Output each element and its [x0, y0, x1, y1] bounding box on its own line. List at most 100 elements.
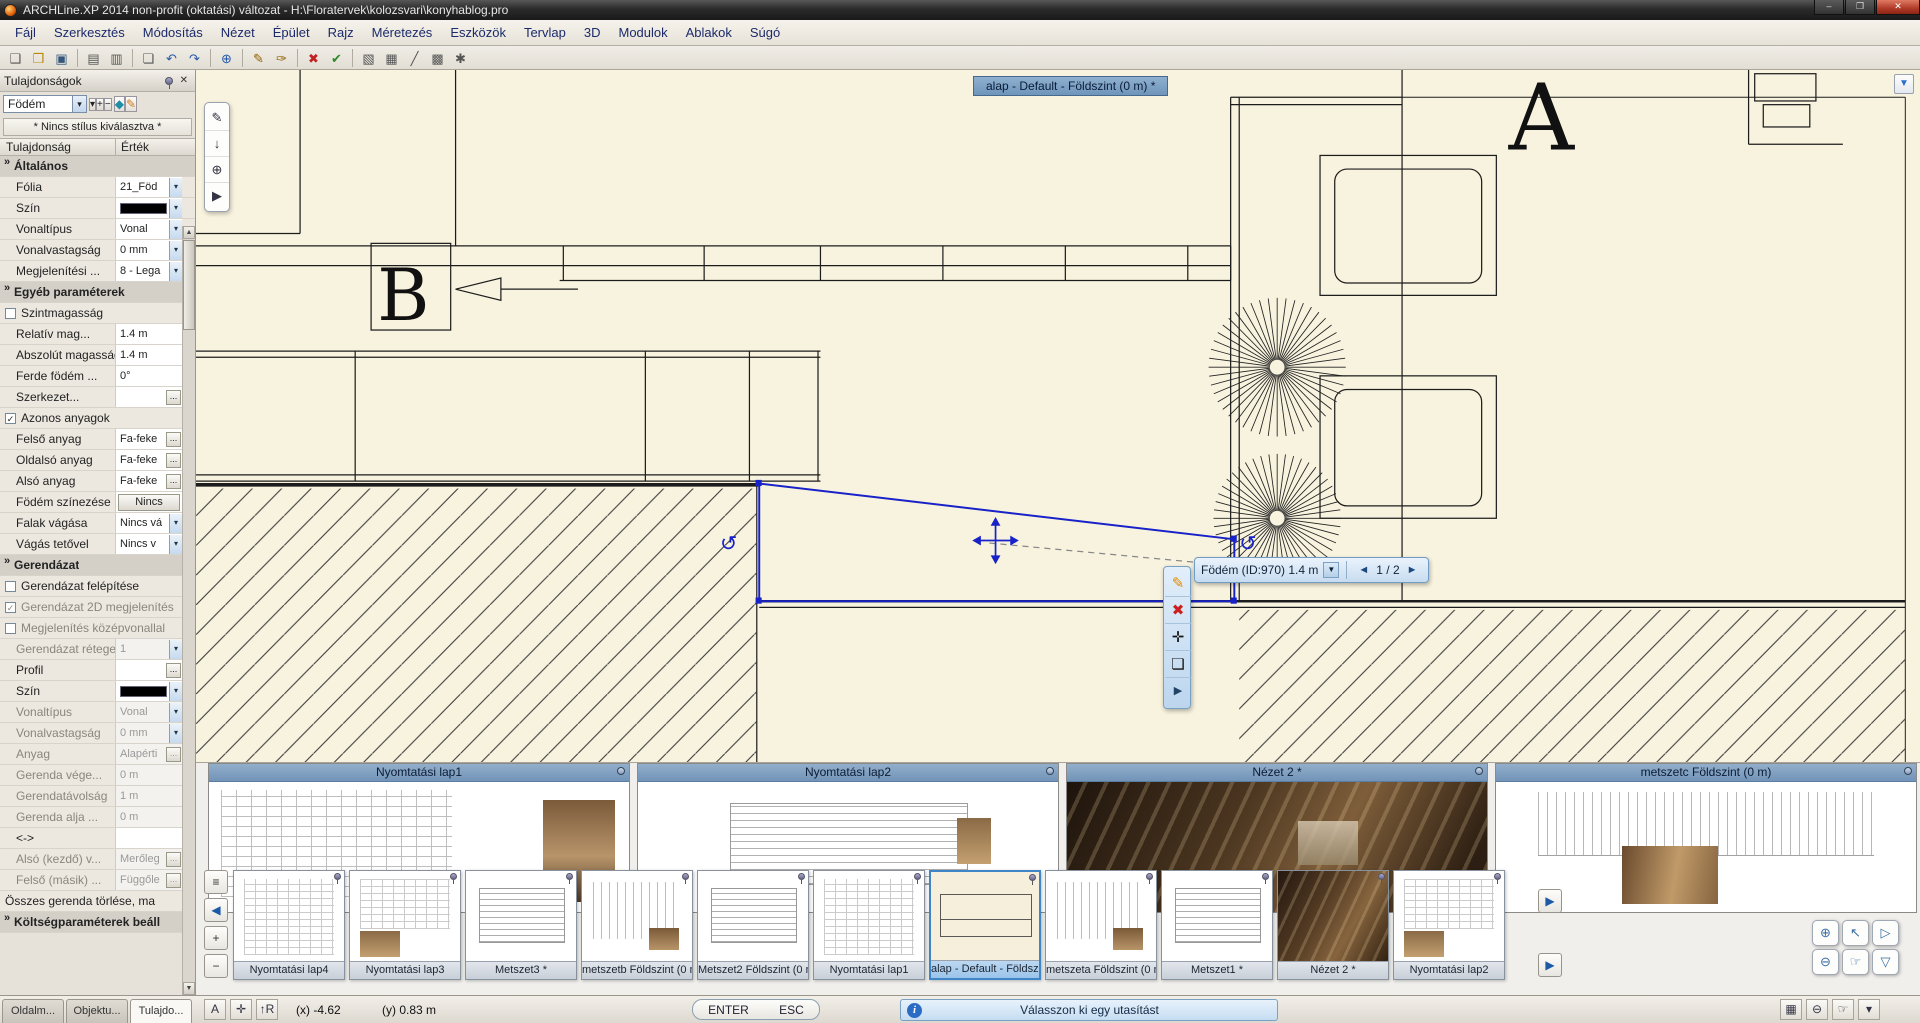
pin-icon[interactable] — [334, 873, 341, 880]
eyedropper-icon[interactable]: ✑ — [271, 48, 292, 68]
chevron-down-icon[interactable]: ▾ — [72, 96, 86, 112]
pin-icon[interactable] — [1262, 873, 1269, 880]
ellipsis-button[interactable]: ... — [166, 390, 181, 405]
view-tab-nyomtatasi-lap4[interactable]: Nyomtatási lap4 — [233, 870, 345, 980]
coordinate-system-icon[interactable]: ✛ — [230, 999, 252, 1020]
menu-item-modulok[interactable]: Modulok — [610, 22, 677, 43]
print-icon[interactable]: ▥ — [106, 48, 127, 68]
menu-item-rajz[interactable]: Rajz — [319, 22, 363, 43]
zoom-out-small-icon[interactable]: ⊖ — [1806, 999, 1828, 1020]
panel-tab-oldalm[interactable]: Oldalm... — [2, 999, 64, 1023]
zoom-tool-icon[interactable]: ⊕ — [205, 157, 229, 183]
pin-icon[interactable] — [682, 873, 689, 880]
menu-item-fajl[interactable]: Fájl — [6, 22, 45, 43]
pin-icon[interactable] — [566, 873, 573, 880]
navigator-scroll-right-bottom-button[interactable]: ▶ — [1538, 953, 1562, 977]
pan-hand-small-icon[interactable]: ☞ — [1832, 999, 1854, 1020]
collapse-panel-icon[interactable]: ▾ — [1858, 999, 1880, 1020]
property-row-ferde-fodem[interactable]: Ferde födém ...0° — [0, 366, 195, 387]
copy-selection-icon[interactable]: ❏ — [1165, 651, 1191, 678]
chevron-down-icon[interactable]: ▾ — [169, 178, 182, 197]
apply-style-icon[interactable]: ✎ — [125, 96, 137, 112]
property-row-vonalvastagsag[interactable]: Vonalvastagság0 mm▾ — [0, 723, 195, 744]
active-view-tab[interactable]: alap - Default - Földszint (0 m) * — [973, 76, 1168, 96]
view-tab-nezet-2[interactable]: Nézet 2 * — [1277, 870, 1389, 980]
property-row-falak-vagasa[interactable]: Falak vágásaNincs vá▾ — [0, 513, 195, 534]
minimize-button[interactable]: – — [1814, 0, 1844, 15]
property-row-megjelenites-kozepvonallal[interactable]: Megjelenítés középvonallal — [0, 618, 195, 639]
chevron-down-icon[interactable]: ▾ — [169, 682, 182, 701]
navigator-scroll-right-top-button[interactable]: ▶ — [1538, 889, 1562, 913]
property-row-profil[interactable]: Profil... — [0, 660, 195, 681]
checkbox-gerendazat-2d-megjelenites[interactable]: ✓ — [5, 602, 16, 613]
pin-icon[interactable] — [1046, 767, 1054, 775]
navigator-zoom-out-button[interactable]: − — [204, 954, 228, 978]
property-row-fodem-szinezese[interactable]: Födém színezéseNincs — [0, 492, 195, 513]
layers-icon[interactable]: ▧ — [358, 48, 379, 68]
rotate-handle-icon[interactable]: ↺ — [1239, 532, 1256, 555]
color-swatch[interactable] — [120, 203, 167, 214]
add-style-button[interactable]: + — [96, 98, 104, 111]
property-row-vagas-tetovel[interactable]: Vágás tetővelNincs v▾ — [0, 534, 195, 555]
undo-icon[interactable]: ↶ — [161, 48, 182, 68]
view-tab-nyomtatasi-lap2[interactable]: Nyomtatási lap2 — [1393, 870, 1505, 980]
view-tab-nyomtatasi-lap3[interactable]: Nyomtatási lap3 — [349, 870, 461, 980]
rotate-handle-icon[interactable]: ↺ — [720, 532, 737, 555]
pen-icon[interactable]: ✎ — [248, 48, 269, 68]
property-row-folia[interactable]: Fólia21_Föd▾ — [0, 177, 195, 198]
esc-button[interactable]: ESC — [779, 1003, 804, 1017]
ellipsis-button[interactable]: ... — [166, 852, 181, 867]
open-icon[interactable]: ❒ — [28, 48, 49, 68]
pin-icon[interactable] — [1378, 873, 1385, 880]
pin-icon[interactable] — [450, 873, 457, 880]
property-row-vonaltipus[interactable]: VonaltípusVonal▾ — [0, 702, 195, 723]
property-row-gerendatavolsag[interactable]: Gerendatávolság1 m — [0, 786, 195, 807]
pin-icon[interactable] — [617, 767, 625, 775]
chevron-down-icon[interactable]: ▾ — [169, 514, 182, 533]
delete-icon[interactable]: ✖ — [303, 48, 324, 68]
property-row-item[interactable]: <-> — [0, 828, 195, 849]
delete-selection-icon[interactable]: ✖ — [1165, 597, 1191, 624]
property-row-azonos-anyagok[interactable]: ✓Azonos anyagok — [0, 408, 195, 429]
measure-icon[interactable]: ╱ — [404, 48, 425, 68]
menu-item-ablakok[interactable]: Ablakok — [677, 22, 741, 43]
property-row-vonaltipus[interactable]: VonaltípusVonal▾ — [0, 219, 195, 240]
scroll-down-icon[interactable]: ▼ — [183, 982, 195, 995]
properties-scrollbar[interactable]: ▲ ▼ — [182, 226, 195, 995]
panel-tab-tulajdo[interactable]: Tulajdo... — [130, 999, 192, 1023]
checkbox-szintmagassag[interactable] — [5, 308, 16, 319]
redo-icon[interactable]: ↷ — [184, 48, 205, 68]
ellipsis-button[interactable]: ... — [166, 663, 181, 678]
chevron-down-icon[interactable]: ▾ — [169, 640, 182, 659]
property-row-megjelenitesi[interactable]: Megjelenítési ...8 - Lega▾ — [0, 261, 195, 282]
panel-close-icon[interactable]: ✕ — [177, 75, 191, 86]
move-selection-icon[interactable]: ✛ — [1165, 624, 1191, 651]
import-icon[interactable]: ▤ — [83, 48, 104, 68]
chevron-down-icon[interactable]: ▾ — [169, 703, 182, 722]
draw-tool-icon[interactable]: ✎ — [205, 105, 229, 131]
property-row-abszolut-magassag[interactable]: Abszolút magasság1.4 m — [0, 345, 195, 366]
navigator-prev-button[interactable]: ◀ — [204, 898, 228, 922]
value-button[interactable]: Nincs — [118, 494, 180, 511]
navigator-zoom-in-button[interactable]: + — [204, 926, 228, 950]
ellipsis-button[interactable]: ... — [166, 747, 181, 762]
ellipsis-button[interactable]: ... — [166, 432, 181, 447]
color-swatch[interactable] — [120, 686, 167, 697]
pan-down-icon[interactable]: ↓ — [205, 131, 229, 157]
scroll-up-icon[interactable]: ▲ — [183, 226, 195, 239]
pin-icon[interactable] — [914, 873, 921, 880]
property-row-felso-masik[interactable]: Felső (másik) ...Függőle... — [0, 870, 195, 891]
zoom-in-icon[interactable]: ⊕ — [1812, 920, 1839, 946]
style-manager-icon[interactable]: ◆ — [114, 96, 125, 112]
group-icon[interactable]: ▩ — [427, 48, 448, 68]
scrollbar-thumb[interactable] — [183, 240, 195, 330]
chevron-down-icon[interactable]: ▾ — [169, 241, 182, 260]
save-icon[interactable]: ▣ — [51, 48, 72, 68]
property-row-anyag[interactable]: AnyagAlapérti... — [0, 744, 195, 765]
property-row-also-kezdo-v[interactable]: Alsó (kezdő) v...Merőleg... — [0, 849, 195, 870]
zoom-icon[interactable]: ⊕ — [216, 48, 237, 68]
pin-icon[interactable] — [798, 873, 805, 880]
menu-item-nezet[interactable]: Nézet — [212, 22, 264, 43]
options-icon[interactable]: ✱ — [450, 48, 471, 68]
view-tab-nyomtatasi-lap1[interactable]: Nyomtatási lap1 — [813, 870, 925, 980]
